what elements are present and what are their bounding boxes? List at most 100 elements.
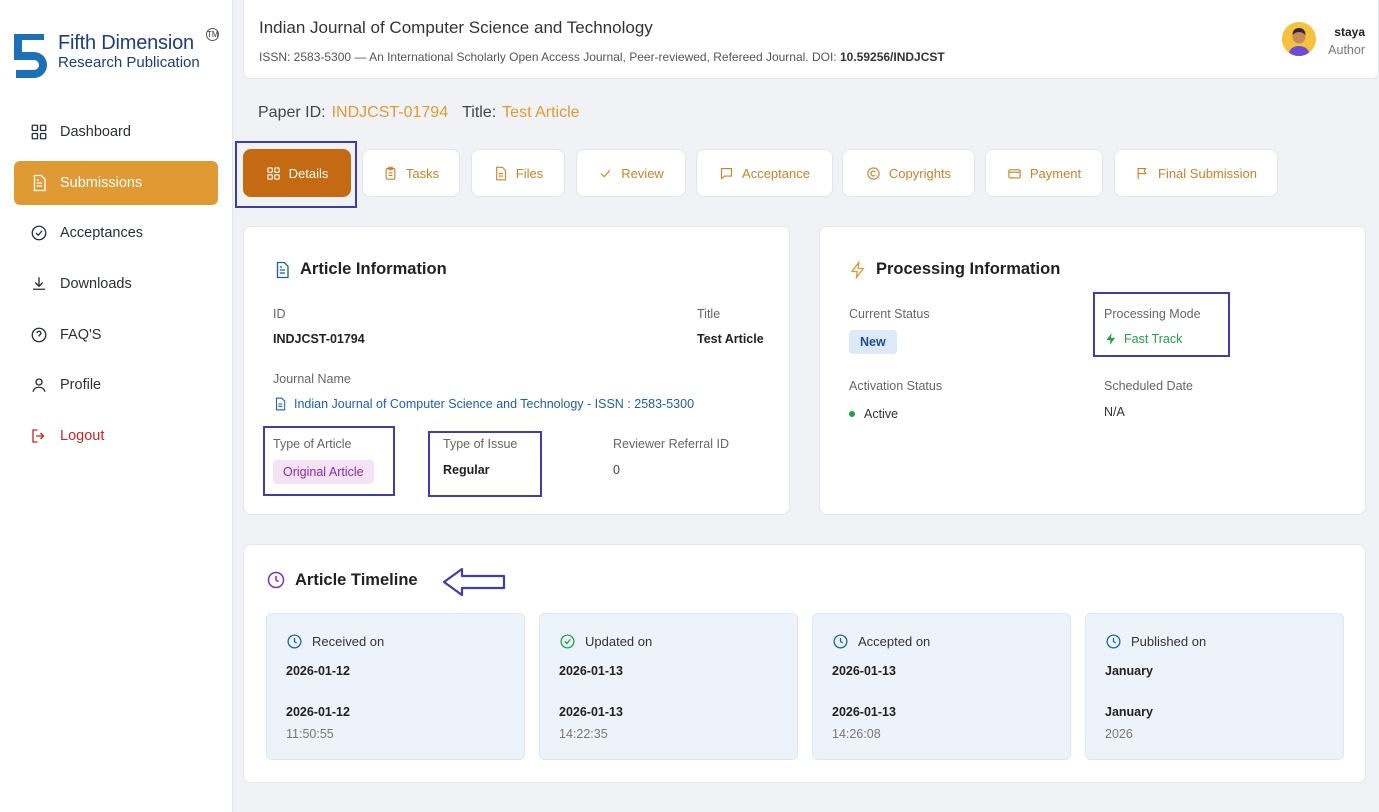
clock-icon bbox=[267, 571, 285, 589]
article-title-value: Test Article bbox=[697, 332, 764, 346]
article-id-value: INDJCST-01794 bbox=[273, 332, 365, 346]
issue-type-value: Regular bbox=[443, 463, 490, 477]
tab-label: Files bbox=[515, 165, 544, 181]
paper-id-label: Paper ID: bbox=[258, 104, 326, 121]
timeline-item-label: Updated on bbox=[585, 634, 653, 649]
timeline-item-header: Published on bbox=[1105, 633, 1206, 650]
logout-icon bbox=[32, 429, 45, 443]
brand-line1: Fifth Dimension bbox=[58, 32, 194, 54]
processing-information-heading: Processing Information bbox=[849, 260, 1060, 279]
tab-label: Acceptance bbox=[742, 165, 810, 181]
activation-status-text: Active bbox=[864, 407, 899, 421]
clipboard-icon bbox=[385, 166, 396, 180]
timeline-item-date-repeat: 2026-01-12 bbox=[286, 705, 350, 719]
tab-payment[interactable]: Payment bbox=[985, 149, 1103, 197]
tab-files[interactable]: Files bbox=[471, 149, 565, 197]
tab-details[interactable]: Details bbox=[243, 149, 351, 197]
timeline-item-label: Accepted on bbox=[858, 634, 931, 649]
scheduled-date-value: N/A bbox=[1104, 405, 1125, 419]
timeline-item-label: Received on bbox=[312, 634, 385, 649]
brand-logo[interactable]: Fifth Dimension Research Publication TM bbox=[14, 28, 219, 82]
current-status-badge: New bbox=[849, 330, 897, 354]
journal-subtitle-text: ISSN: 2583-5300 — An International Schol… bbox=[259, 50, 840, 64]
copyright-icon bbox=[867, 166, 880, 180]
sidebar-item-label: Downloads bbox=[60, 276, 132, 293]
article-id-label: ID bbox=[273, 307, 286, 321]
timeline-item-label: Published on bbox=[1131, 634, 1207, 649]
timeline-item-header: Received on bbox=[286, 633, 384, 650]
sidebar-item-label: Dashboard bbox=[60, 124, 131, 140]
journal-doi: 10.59256/INDJCST bbox=[839, 50, 945, 64]
timeline-item-time: 2026 bbox=[1105, 727, 1133, 741]
tab-final-submission[interactable]: Final Submission bbox=[1114, 149, 1278, 197]
timeline-item-overlap-label: Accepted on bbox=[832, 676, 902, 683]
sidebar-item-label: Submissions bbox=[60, 174, 143, 191]
sidebar-item-faq[interactable]: FAQ'S bbox=[14, 313, 218, 357]
issue-type-label: Type of Issue bbox=[443, 437, 518, 451]
article-timeline-card: Article Timeline Received on 2026-01-12 … bbox=[243, 544, 1366, 783]
tab-label: Copyrights bbox=[888, 165, 952, 181]
file-icon bbox=[495, 166, 506, 180]
tab-copyrights[interactable]: Copyrights bbox=[842, 149, 975, 197]
timeline-item-overlap-label: Received on bbox=[286, 676, 356, 683]
tab-acceptance[interactable]: Acceptance bbox=[696, 149, 833, 197]
grid-icon bbox=[266, 166, 280, 180]
grid-icon bbox=[31, 124, 47, 140]
timeline-item-time: 14:26:08 bbox=[832, 727, 881, 741]
check-circle-icon bbox=[560, 634, 575, 649]
paper-title-value: Test Article bbox=[502, 104, 580, 121]
top-header: Indian Journal of Computer Science and T… bbox=[243, 0, 1379, 79]
trademark-mark: TM bbox=[206, 28, 219, 41]
processing-mode-value: Fast Track bbox=[1104, 332, 1182, 346]
heading-text: Article Timeline bbox=[295, 570, 418, 589]
check-circle-icon bbox=[31, 225, 47, 241]
timeline-item-date-repeat: January bbox=[1105, 705, 1153, 719]
avatar[interactable] bbox=[1282, 22, 1316, 56]
download-icon bbox=[33, 277, 45, 290]
tab-review[interactable]: Review bbox=[576, 149, 686, 197]
clock-icon bbox=[287, 634, 302, 649]
timeline-item-accepted: Accepted on 2026-01-13 Accepted on 2026-… bbox=[812, 613, 1071, 760]
heading-text: Article Information bbox=[300, 260, 447, 278]
timeline-item-updated: Updated on 2026-01-13 Updated on 2026-01… bbox=[539, 613, 798, 760]
document-icon bbox=[275, 397, 286, 411]
timeline-item-date-repeat: 2026-01-13 bbox=[832, 705, 896, 719]
journal-subtitle: ISSN: 2583-5300 — An International Schol… bbox=[259, 50, 945, 64]
sidebar-item-acceptances[interactable]: Acceptances bbox=[14, 211, 218, 255]
sidebar-item-label: Profile bbox=[60, 377, 102, 394]
tab-tasks[interactable]: Tasks bbox=[362, 149, 460, 197]
reviewer-referral-value: 0 bbox=[613, 463, 620, 477]
timeline-item-header: Accepted on bbox=[832, 633, 930, 650]
article-type-badge: Original Article bbox=[273, 460, 374, 484]
logo-mark-icon bbox=[14, 34, 47, 78]
sidebar-item-dashboard[interactable]: Dashboard bbox=[14, 110, 218, 154]
sidebar-item-logout[interactable]: Logout bbox=[14, 414, 218, 458]
journal-name-text: Indian Journal of Computer Science and T… bbox=[294, 397, 695, 411]
document-icon bbox=[276, 261, 289, 278]
check-icon bbox=[600, 169, 611, 177]
article-information-card: Article Information ID INDJCST-01794 Tit… bbox=[243, 226, 790, 515]
sidebar: Fifth Dimension Research Publication TM … bbox=[0, 0, 233, 812]
article-information-heading: Article Information bbox=[273, 260, 447, 279]
sidebar-item-downloads[interactable]: Downloads bbox=[14, 262, 218, 306]
clock-icon bbox=[1106, 634, 1121, 649]
credit-card-icon bbox=[1008, 168, 1021, 178]
processing-information-card: Processing Information Current Status Ne… bbox=[819, 226, 1366, 515]
processing-mode-label: Processing Mode bbox=[1104, 307, 1201, 321]
message-icon bbox=[720, 167, 733, 180]
article-timeline-heading: Article Timeline bbox=[266, 570, 418, 590]
brand-line2: Research Publication bbox=[58, 54, 200, 71]
sidebar-item-profile[interactable]: Profile bbox=[14, 363, 218, 407]
tab-label: Final Submission bbox=[1158, 165, 1257, 181]
sidebar-item-submissions[interactable]: Submissions bbox=[14, 160, 218, 205]
processing-mode-text: Fast Track bbox=[1124, 332, 1183, 346]
tab-label: Details bbox=[288, 165, 329, 181]
journal-name-link[interactable]: Indian Journal of Computer Science and T… bbox=[273, 397, 694, 411]
activation-status-value: Active bbox=[849, 407, 898, 421]
journal-name-label: Journal Name bbox=[273, 372, 351, 386]
timeline-item-overlap-label: Updated on bbox=[559, 676, 624, 683]
status-dot-icon bbox=[849, 411, 855, 417]
tab-label: Review bbox=[621, 165, 664, 181]
help-circle-icon bbox=[31, 327, 47, 343]
timeline-item-received: Received on 2026-01-12 Received on 2026-… bbox=[266, 613, 525, 760]
